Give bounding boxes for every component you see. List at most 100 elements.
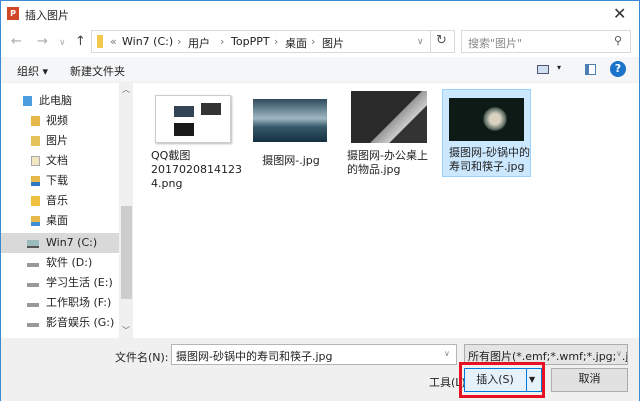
- pictures-folder-icon: [31, 136, 40, 146]
- insert-picture-dialog: P 插入图片 ✕ ← → ∨ ↑ « Win7 (C:) › 用户 › TopP…: [0, 0, 640, 401]
- nav-item-music[interactable]: 音乐: [1, 191, 119, 211]
- breadcrumb-separator[interactable]: ›: [220, 35, 224, 48]
- folder-icon: [97, 35, 103, 48]
- nav-item-pictures[interactable]: 图片: [1, 131, 119, 151]
- organize-button[interactable]: 组织 ▾: [17, 63, 48, 79]
- file-name: 的物品.jpg: [347, 163, 401, 176]
- file-name: QQ截图: [151, 149, 191, 162]
- toolbar: 组织 ▾ 新建文件夹 ▾ ?: [1, 57, 639, 83]
- nav-label: 图片: [46, 134, 68, 147]
- nav-label: 学习生活 (E:): [46, 276, 113, 289]
- breadcrumb-separator[interactable]: ›: [274, 35, 278, 48]
- insert-button[interactable]: 插入(S) ▼: [464, 368, 542, 392]
- nav-label: 视频: [46, 114, 68, 127]
- nav-item-drive-f[interactable]: 工作职场 (F:): [1, 293, 119, 313]
- breadcrumb-separator[interactable]: ›: [311, 35, 315, 48]
- back-icon[interactable]: ←: [11, 34, 22, 49]
- drive-icon: [27, 303, 39, 307]
- breadcrumb-desktop[interactable]: 桌面: [285, 35, 307, 51]
- cancel-label: 取消: [578, 372, 601, 385]
- nav-item-drive-d[interactable]: 软件 (D:): [1, 253, 119, 273]
- music-folder-icon: [31, 196, 40, 206]
- file-name: 摄图网-办公桌上: [347, 149, 428, 162]
- filter-dropdown-icon[interactable]: ∨: [616, 349, 622, 358]
- nav-item-drive-g[interactable]: 影音娱乐 (G:): [1, 313, 119, 333]
- view-options-icon[interactable]: [537, 65, 549, 74]
- nav-label: 影音娱乐 (G:): [46, 316, 115, 329]
- file-name: 摄图网-.jpg: [262, 154, 320, 167]
- file-thumbnail: [351, 91, 427, 143]
- drive-icon: [27, 240, 39, 248]
- nav-label: 音乐: [46, 194, 68, 207]
- file-item[interactable]: 摄图网-办公桌上 的物品.jpg: [347, 91, 437, 177]
- nav-label: 软件 (D:): [46, 256, 93, 269]
- video-folder-icon: [31, 116, 40, 126]
- cancel-button[interactable]: 取消: [551, 368, 628, 392]
- drive-icon: [27, 323, 39, 327]
- nav-item-drive-e[interactable]: 学习生活 (E:): [1, 273, 119, 293]
- nav-item-this-pc[interactable]: 此电脑: [1, 91, 119, 111]
- help-icon[interactable]: ?: [610, 61, 626, 77]
- nav-label: 工作职场 (F:): [46, 296, 112, 309]
- drive-icon: [27, 263, 39, 267]
- search-icon[interactable]: ⚲: [614, 34, 622, 47]
- filename-dropdown-icon[interactable]: ∨: [444, 349, 450, 358]
- file-name: 4.png: [151, 177, 183, 190]
- breadcrumb-users[interactable]: 用户: [188, 35, 210, 51]
- forward-icon[interactable]: →: [37, 34, 48, 49]
- filename-input[interactable]: 摄图网-砂锅中的寿司和筷子.jpg ∨: [171, 344, 457, 365]
- scroll-down-icon[interactable]: ﹀: [122, 325, 130, 336]
- nav-item-desktop[interactable]: 桌面: [1, 211, 119, 231]
- file-thumbnail: [449, 98, 524, 141]
- search-placeholder: 搜索"图片": [468, 37, 523, 50]
- navigation-pane: 此电脑 视频 图片 文档 下载 音乐 桌面 Win7 (C:) 软件 (D:) …: [1, 83, 119, 338]
- nav-label: 桌面: [46, 214, 68, 227]
- title-bar: P 插入图片 ✕: [1, 1, 639, 27]
- nav-label: 下载: [46, 174, 68, 187]
- file-thumbnail: [155, 95, 231, 143]
- scroll-up-icon[interactable]: ︿: [122, 84, 130, 95]
- address-bar[interactable]: « Win7 (C:) › 用户 › TopPPT › 桌面 › 图片 ∨ ↻: [91, 30, 455, 53]
- bottom-panel: 文件名(N): 摄图网-砂锅中的寿司和筷子.jpg ∨ 所有图片(*.emf;*…: [1, 338, 639, 401]
- dialog-title: 插入图片: [25, 9, 69, 22]
- file-thumbnail: [253, 99, 327, 142]
- file-item[interactable]: 摄图网-.jpg: [249, 99, 333, 168]
- nav-item-win7-c[interactable]: Win7 (C:): [1, 233, 119, 253]
- up-icon[interactable]: ↑: [75, 34, 86, 49]
- downloads-folder-icon: [31, 176, 40, 186]
- file-name: 2017020814123: [151, 163, 242, 176]
- view-dropdown-icon[interactable]: ▾: [557, 63, 561, 72]
- file-item-selected[interactable]: 摄图网-砂锅中的 寿司和筷子.jpg: [442, 89, 531, 177]
- file-name: 摄图网-砂锅中的: [449, 146, 530, 159]
- insert-label: 插入(S): [476, 373, 514, 386]
- powerpoint-icon: P: [7, 7, 19, 20]
- recent-chevron-icon[interactable]: ∨: [59, 38, 66, 48]
- nav-item-documents[interactable]: 文档: [1, 151, 119, 171]
- address-dropdown-icon[interactable]: ∨: [417, 37, 424, 47]
- breadcrumb-pictures[interactable]: 图片: [322, 35, 344, 51]
- computer-icon: [23, 96, 32, 106]
- breadcrumb-win7[interactable]: Win7 (C:): [122, 35, 173, 48]
- file-list: QQ截图 2017020814123 4.png 摄图网-.jpg 摄图网-办公…: [133, 83, 639, 338]
- scrollbar-thumb[interactable]: [121, 206, 132, 299]
- nav-item-downloads[interactable]: 下载: [1, 171, 119, 191]
- breadcrumb-separator[interactable]: ›: [177, 35, 181, 48]
- overflow-chevron[interactable]: «: [110, 35, 117, 48]
- nav-label: 此电脑: [39, 94, 72, 107]
- close-icon[interactable]: ✕: [613, 4, 626, 23]
- insert-dropdown-icon[interactable]: ▼: [529, 370, 535, 390]
- nav-label: Win7 (C:): [46, 236, 98, 249]
- breadcrumb-topppt[interactable]: TopPPT: [231, 35, 270, 48]
- file-item[interactable]: QQ截图 2017020814123 4.png: [151, 95, 242, 191]
- drive-icon: [27, 283, 39, 287]
- nav-item-videos[interactable]: 视频: [1, 111, 119, 131]
- filename-label: 文件名(N):: [115, 351, 169, 364]
- nav-label: 文档: [46, 154, 68, 167]
- filename-value: 摄图网-砂锅中的寿司和筷子.jpg: [176, 350, 333, 363]
- refresh-icon[interactable]: ↻: [436, 33, 447, 48]
- desktop-folder-icon: [31, 216, 40, 226]
- preview-pane-icon[interactable]: [585, 64, 596, 75]
- search-box[interactable]: 搜索"图片" ⚲: [461, 30, 631, 53]
- new-folder-button[interactable]: 新建文件夹: [70, 63, 125, 79]
- documents-folder-icon: [31, 156, 40, 166]
